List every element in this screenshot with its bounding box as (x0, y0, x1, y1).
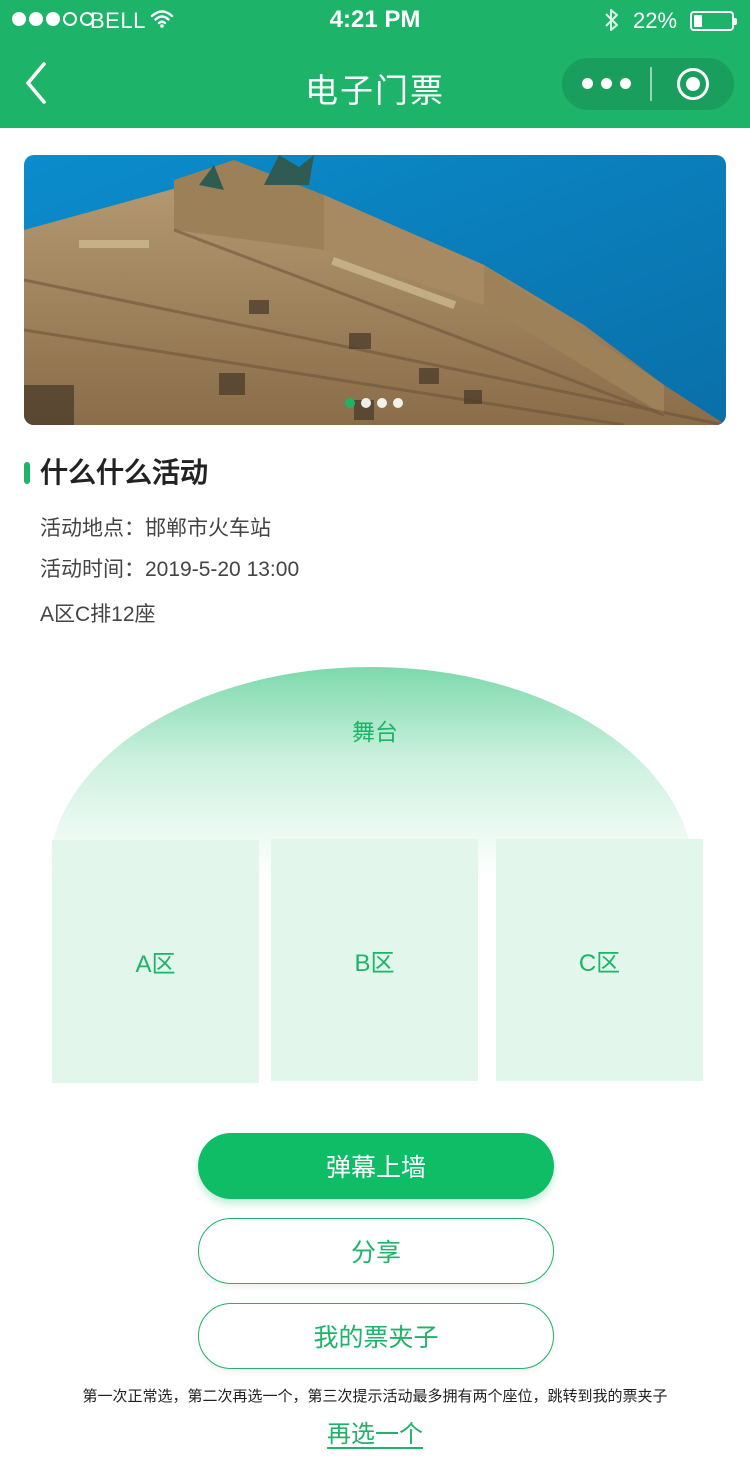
carousel-dot[interactable] (345, 398, 355, 408)
carousel-dot[interactable] (393, 398, 403, 408)
status-bar: BELL 4:21 PM 22% (0, 0, 750, 42)
top-bar: BELL 4:21 PM 22% 电子门票 (0, 0, 750, 128)
danmaku-button[interactable]: 弹幕上墙 (198, 1133, 554, 1199)
reselect-link[interactable]: 再选一个 (0, 1414, 750, 1449)
battery-icon (690, 11, 737, 31)
carousel-dot[interactable] (377, 398, 387, 408)
carousel-dot[interactable] (361, 398, 371, 408)
mini-program-capsule (562, 58, 734, 110)
carousel-indicators (345, 398, 403, 408)
battery-percent: 22% (633, 8, 678, 33)
banner-image (24, 155, 726, 425)
capsule-divider (650, 67, 652, 101)
event-time: 活动时间：2019-5-20 13:00 (40, 558, 300, 581)
zone-a[interactable]: A区 (52, 840, 259, 1083)
zone-b[interactable]: B区 (271, 839, 478, 1081)
target-circle-icon[interactable] (677, 68, 709, 100)
more-dots-icon[interactable] (582, 78, 631, 89)
zone-c[interactable]: C区 (496, 839, 703, 1081)
battery-fill (694, 15, 702, 27)
event-location: 活动地点：邯郸市火车站 (40, 517, 271, 540)
stage-label: 舞台 (352, 719, 398, 745)
bluetooth-icon (603, 7, 621, 39)
selected-seat: A区C排12座 (40, 603, 156, 626)
event-title: 什么什么活动 (24, 455, 208, 491)
banner-carousel[interactable] (24, 155, 726, 425)
selection-hint: 第一次正常选，第二次再选一个，第三次提示活动最多拥有两个座位，跳转到我的票夹子 (82, 1388, 668, 1405)
share-button[interactable]: 分享 (198, 1218, 554, 1284)
my-tickets-button[interactable]: 我的票夹子 (198, 1303, 554, 1369)
